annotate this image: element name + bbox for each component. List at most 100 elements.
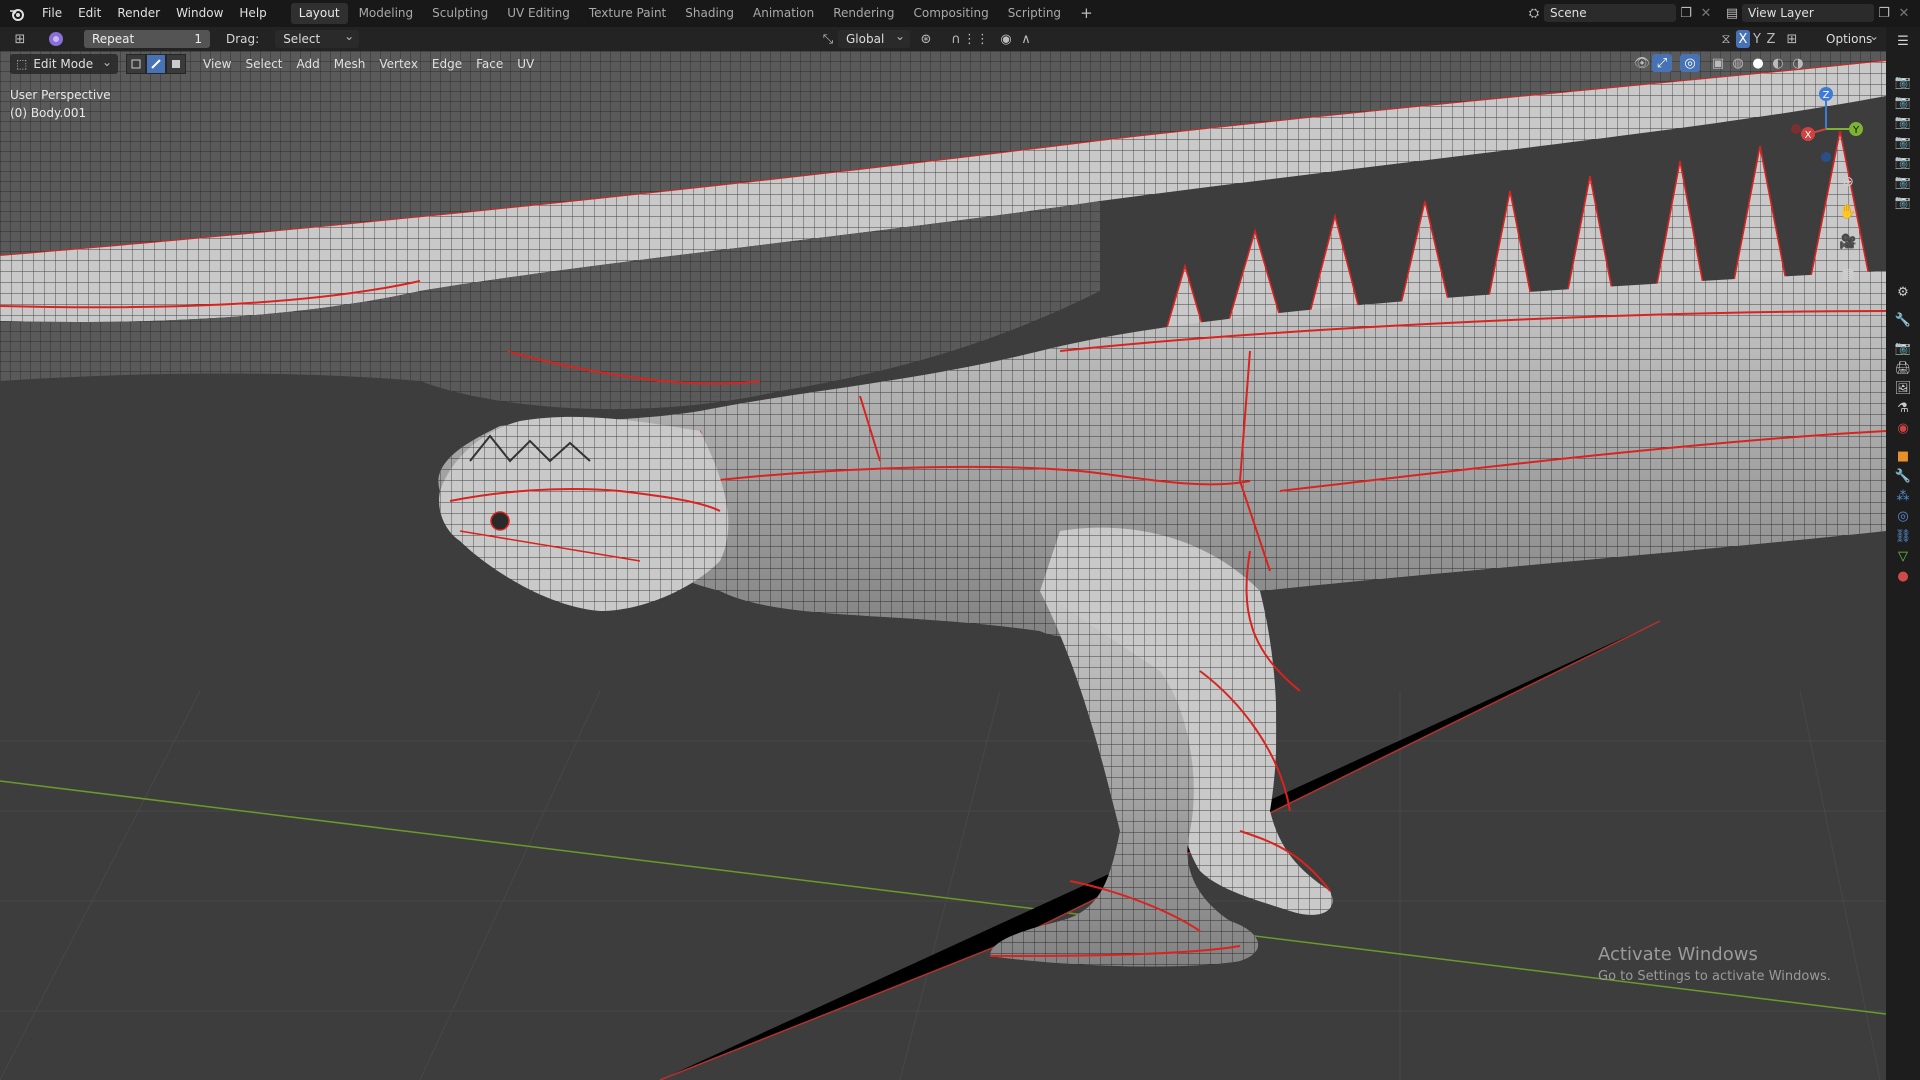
- tab-sculpting[interactable]: Sculpting: [424, 3, 496, 24]
- workspace-tabs: Layout Modeling Sculpting UV Editing Tex…: [290, 0, 1104, 27]
- menu-window[interactable]: Window: [168, 0, 231, 27]
- tab-modeling[interactable]: Modeling: [351, 3, 422, 24]
- tool-icon[interactable]: 🔧: [1886, 310, 1920, 330]
- zoom-icon[interactable]: ⊕: [1836, 170, 1860, 194]
- overlays-icon[interactable]: ◎: [1680, 54, 1700, 72]
- rendered-shading-icon[interactable]: ◑: [1788, 54, 1808, 72]
- camera-visibility-icon-4[interactable]: 📷: [1886, 132, 1920, 152]
- viewport-canvas[interactable]: [0, 51, 1886, 1080]
- vertex-select-icon[interactable]: [126, 54, 146, 74]
- viewport-info: User Perspective (0) Body.001: [10, 86, 111, 122]
- drag-select-dropdown[interactable]: Select Box: [275, 27, 360, 64]
- menu-edit[interactable]: Edit: [70, 0, 109, 27]
- menu-face[interactable]: Face: [469, 54, 510, 74]
- mirror-y-toggle[interactable]: Y: [1750, 30, 1764, 48]
- camera-visibility-icon-5[interactable]: 📷: [1886, 152, 1920, 172]
- menu-view[interactable]: View: [196, 54, 238, 74]
- tab-shading[interactable]: Shading: [677, 3, 742, 24]
- tab-animation[interactable]: Animation: [745, 3, 822, 24]
- editor-type-icon[interactable]: ⊞: [10, 30, 30, 48]
- viewport-menus: View Select Add Mesh Vertex Edge Face UV: [196, 54, 541, 74]
- xray-icon[interactable]: ▣: [1708, 54, 1728, 72]
- object-properties-icon[interactable]: ■: [1886, 446, 1920, 466]
- menu-add[interactable]: Add: [290, 54, 327, 74]
- material-properties-icon[interactable]: ●: [1886, 566, 1920, 586]
- topology-mirror-icon[interactable]: ⊞: [1782, 30, 1802, 48]
- transform-orientation-icon[interactable]: ⤡: [818, 30, 838, 48]
- solid-shading-icon[interactable]: ●: [1748, 54, 1768, 72]
- gizmo-toggle-icon[interactable]: ⤢: [1652, 54, 1672, 72]
- camera-visibility-icon-3[interactable]: 📷: [1886, 112, 1920, 132]
- floor-grid: [0, 690, 1886, 1080]
- mirror-x-toggle[interactable]: X: [1736, 30, 1750, 48]
- visibility-eye-icon[interactable]: 👁: [1632, 54, 1652, 72]
- tool-properties-icon[interactable]: ⚙: [1886, 282, 1920, 302]
- particles-properties-icon[interactable]: ⁂: [1886, 486, 1920, 506]
- tab-layout[interactable]: Layout: [290, 3, 348, 24]
- camera-visibility-icon-2[interactable]: 📷: [1886, 92, 1920, 112]
- tab-uv-editing[interactable]: UV Editing: [499, 3, 578, 24]
- tab-texture-paint[interactable]: Texture Paint: [581, 3, 674, 24]
- scene-icon[interactable]: ⛭: [1524, 4, 1544, 22]
- menu-file[interactable]: File: [34, 0, 70, 27]
- dragon-head-mesh: [439, 416, 729, 611]
- repeat-field[interactable]: Repeat 1: [84, 30, 210, 48]
- snap-grid-icon[interactable]: ⋮⋮: [963, 30, 989, 48]
- camera-visibility-icon-6[interactable]: 📷: [1886, 172, 1920, 192]
- active-tool-icon[interactable]: [46, 30, 66, 48]
- 3d-viewport[interactable]: [0, 51, 1886, 1080]
- close-view-layer-icon[interactable]: ✕: [1894, 4, 1914, 22]
- pivot-point-icon[interactable]: ⊛: [916, 30, 936, 48]
- orientation-dropdown[interactable]: Global: [838, 27, 910, 48]
- navigation-gizmo[interactable]: Z Y X: [1786, 84, 1866, 169]
- copy-scene-icon[interactable]: ❐: [1676, 4, 1696, 22]
- scene-properties-icon[interactable]: ⚗: [1886, 398, 1920, 418]
- constraints-properties-icon[interactable]: ⛓: [1886, 526, 1920, 546]
- menu-help[interactable]: Help: [231, 0, 274, 27]
- proportional-edit-icon[interactable]: ◉: [996, 30, 1016, 48]
- falloff-icon[interactable]: ∧: [1016, 30, 1036, 48]
- data-properties-icon[interactable]: ▽: [1886, 546, 1920, 566]
- select-mode-buttons: [126, 54, 186, 74]
- camera-visibility-icon-1[interactable]: 📷: [1886, 72, 1920, 92]
- blender-logo-icon[interactable]: [0, 0, 34, 27]
- face-select-icon[interactable]: [166, 54, 186, 74]
- wireframe-shading-icon[interactable]: ◍: [1728, 54, 1748, 72]
- mirror-z-toggle[interactable]: Z: [1764, 30, 1778, 48]
- material-shading-icon[interactable]: ◐: [1768, 54, 1788, 72]
- menu-select[interactable]: Select: [238, 54, 289, 74]
- tab-compositing[interactable]: Compositing: [905, 3, 996, 24]
- copy-view-layer-icon[interactable]: ❐: [1874, 4, 1894, 22]
- menu-uv[interactable]: UV: [510, 54, 541, 74]
- mode-dropdown[interactable]: ⬚ Edit Mode: [10, 52, 118, 74]
- collection-visibility-strip: 📷 📷 📷 📷 📷 📷 📷: [1886, 72, 1920, 212]
- world-properties-icon[interactable]: ◉: [1886, 418, 1920, 438]
- ortho-grid-icon[interactable]: ▦: [1836, 262, 1860, 286]
- windows-activation-watermark: Activate Windows Go to Settings to activ…: [1598, 944, 1831, 984]
- edge-select-icon[interactable]: [146, 54, 166, 74]
- scene-name-field[interactable]: Scene: [1544, 4, 1676, 22]
- camera-view-icon[interactable]: 🎥: [1836, 230, 1860, 254]
- watermark-title: Activate Windows: [1598, 944, 1758, 965]
- menu-mesh[interactable]: Mesh: [327, 54, 373, 74]
- output-properties-icon[interactable]: 🖨: [1886, 358, 1920, 378]
- gizmo-x-label: X: [1805, 130, 1812, 141]
- options-dropdown[interactable]: Options: [1818, 27, 1884, 48]
- add-workspace-button[interactable]: +: [1072, 3, 1101, 24]
- pan-hand-icon[interactable]: ✋: [1836, 200, 1860, 224]
- close-scene-icon[interactable]: ✕: [1696, 4, 1716, 22]
- menu-vertex[interactable]: Vertex: [372, 54, 425, 74]
- modifier-properties-icon[interactable]: 🔧: [1886, 466, 1920, 486]
- camera-visibility-icon-7[interactable]: 📷: [1886, 192, 1920, 212]
- tab-scripting[interactable]: Scripting: [1000, 3, 1069, 24]
- mirror-icon[interactable]: ⧖: [1716, 30, 1736, 48]
- physics-properties-icon[interactable]: ◎: [1886, 506, 1920, 526]
- view-layer-properties-icon[interactable]: 🖼: [1886, 378, 1920, 398]
- menu-edge[interactable]: Edge: [425, 54, 469, 74]
- outliner-toggle-icon[interactable]: ☰: [1886, 31, 1920, 51]
- menu-render[interactable]: Render: [109, 0, 168, 27]
- tab-rendering[interactable]: Rendering: [825, 3, 902, 24]
- view-layer-field[interactable]: View Layer: [1742, 4, 1874, 22]
- render-properties-icon[interactable]: 📷: [1886, 338, 1920, 358]
- view-layer-icon[interactable]: ▤: [1722, 4, 1742, 22]
